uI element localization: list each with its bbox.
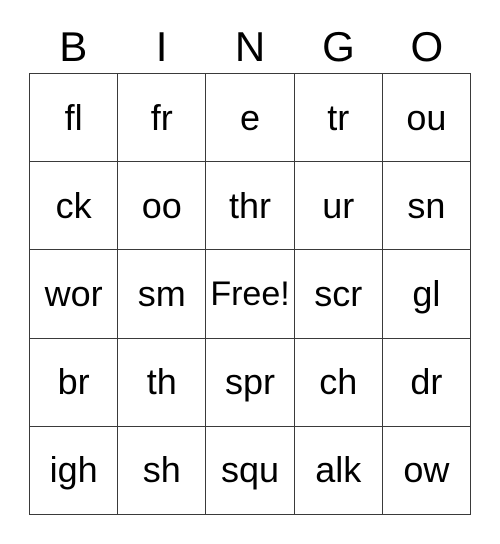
bingo-cell-label: spr: [225, 361, 276, 403]
bingo-cell-label: fl: [64, 96, 83, 138]
bingo-free-space-label: Free!: [210, 274, 290, 313]
bingo-cell-label: gl: [412, 272, 441, 314]
bingo-row-4: br th spr ch dr: [30, 338, 472, 427]
bingo-cell-n2[interactable]: thr: [206, 162, 295, 251]
bingo-row-5: igh sh squ alk ow: [30, 426, 472, 515]
bingo-cell-label: fr: [150, 96, 173, 138]
bingo-cell-label: squ: [220, 449, 280, 491]
bingo-cell-label: oo: [141, 184, 182, 226]
bingo-cell-o4[interactable]: dr: [382, 338, 472, 427]
bingo-cell-label: wor: [44, 272, 103, 314]
bingo-cell-label: tr: [327, 96, 350, 138]
bingo-cell-label: e: [239, 96, 261, 138]
bingo-cell-b1[interactable]: fl: [30, 74, 119, 163]
bingo-header-letter-b: B: [59, 22, 88, 70]
bingo-cell-b5[interactable]: igh: [30, 426, 119, 515]
bingo-cell-label: scr: [314, 272, 363, 314]
bingo-cell-label: th: [146, 361, 177, 403]
bingo-cell-label: alk: [315, 449, 362, 491]
bingo-cell-label: ur: [322, 184, 355, 226]
bingo-cell-i1[interactable]: fr: [118, 74, 207, 163]
bingo-cell-i2[interactable]: oo: [118, 162, 207, 251]
bingo-cell-label: sm: [137, 272, 186, 314]
bingo-cell-label: ck: [55, 184, 92, 226]
bingo-cell-label: sh: [142, 449, 181, 491]
bingo-header-letter-i: I: [155, 22, 168, 70]
bingo-cell-b4[interactable]: br: [30, 338, 119, 427]
bingo-cell-label: igh: [49, 449, 98, 491]
bingo-cell-o5[interactable]: ow: [382, 426, 472, 515]
bingo-cell-g2[interactable]: ur: [294, 162, 383, 251]
bingo-cell-i4[interactable]: th: [118, 338, 207, 427]
bingo-header-letter-n: N: [234, 22, 266, 70]
bingo-cell-b2[interactable]: ck: [30, 162, 119, 251]
bingo-cell-i3[interactable]: sm: [118, 250, 207, 339]
bingo-cell-n5[interactable]: squ: [206, 426, 295, 515]
bingo-header-letter-g: G: [322, 22, 355, 70]
bingo-cell-o1[interactable]: ou: [382, 74, 472, 163]
bingo-cell-g1[interactable]: tr: [294, 74, 383, 163]
bingo-header-letter-o: O: [410, 22, 444, 70]
bingo-cell-g3[interactable]: scr: [294, 250, 383, 339]
bingo-row-3: wor sm Free! scr gl: [30, 250, 472, 339]
bingo-cell-g5[interactable]: alk: [294, 426, 383, 515]
bingo-card: B I N G O fl fr e tr ou ck oo thr ur sn …: [29, 20, 472, 515]
bingo-cell-label: sn: [407, 184, 446, 226]
bingo-cell-n4[interactable]: spr: [206, 338, 295, 427]
bingo-cell-label: dr: [410, 361, 443, 403]
bingo-cell-i5[interactable]: sh: [118, 426, 207, 515]
bingo-cell-label: ow: [403, 449, 450, 491]
bingo-header-row: B I N G O: [29, 20, 471, 73]
bingo-cell-o3[interactable]: gl: [382, 250, 472, 339]
bingo-row-1: fl fr e tr ou: [30, 74, 472, 163]
bingo-cell-g4[interactable]: ch: [294, 338, 383, 427]
bingo-cell-label: br: [57, 361, 90, 403]
bingo-cell-b3[interactable]: wor: [30, 250, 119, 339]
bingo-cell-label: ou: [406, 96, 447, 138]
bingo-cell-o2[interactable]: sn: [382, 162, 472, 251]
bingo-cell-label: thr: [229, 184, 272, 226]
bingo-cell-free-space[interactable]: Free!: [206, 250, 295, 339]
bingo-cell-label: ch: [319, 361, 358, 403]
bingo-cell-n1[interactable]: e: [206, 74, 295, 163]
bingo-row-2: ck oo thr ur sn: [30, 162, 472, 251]
bingo-grid: fl fr e tr ou ck oo thr ur sn wor sm Fre…: [29, 73, 472, 515]
